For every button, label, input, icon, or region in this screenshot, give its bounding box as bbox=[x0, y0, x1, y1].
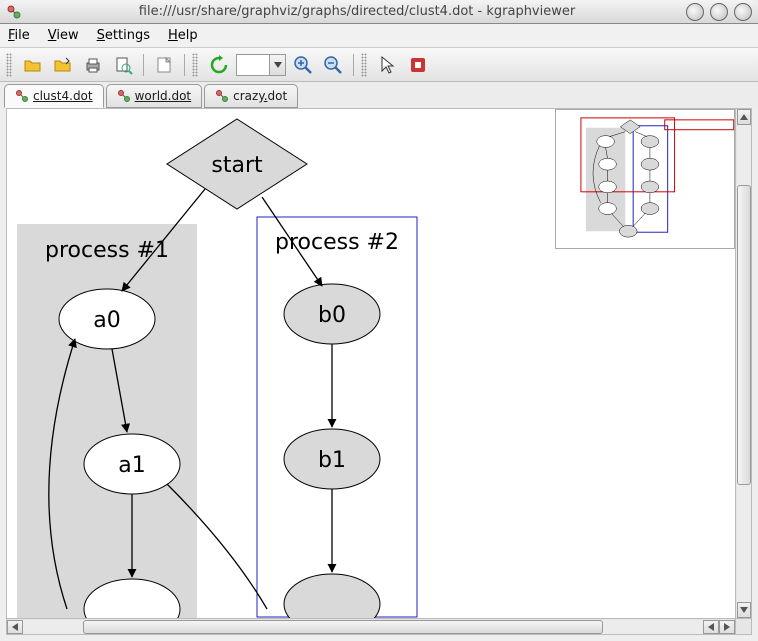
cluster-1-label: process #1 bbox=[45, 238, 169, 263]
menu-view[interactable]: View bbox=[48, 28, 79, 43]
toolbar-handle[interactable] bbox=[192, 53, 198, 77]
node-a0-label: a0 bbox=[93, 308, 120, 333]
open-recent-button[interactable] bbox=[50, 52, 76, 78]
horizontal-scrollbar[interactable] bbox=[7, 618, 735, 634]
menu-help[interactable]: Help bbox=[168, 28, 198, 43]
scroll-left-button-2[interactable] bbox=[703, 620, 719, 634]
chevron-down-icon[interactable] bbox=[269, 55, 285, 75]
zoom-out-button[interactable] bbox=[320, 52, 346, 78]
maximize-button[interactable] bbox=[710, 3, 728, 21]
window-controls bbox=[686, 3, 752, 21]
scroll-down-button[interactable] bbox=[737, 602, 751, 618]
graph-file-icon bbox=[215, 89, 229, 103]
scrollbar-track[interactable] bbox=[23, 620, 703, 634]
tab-label: clust4.dot bbox=[33, 89, 93, 103]
zoom-in-button[interactable] bbox=[290, 52, 316, 78]
scrollbar-track[interactable] bbox=[737, 125, 751, 602]
page-setup-button[interactable] bbox=[151, 52, 177, 78]
toolbar-separator bbox=[353, 54, 354, 76]
birds-eye-view[interactable] bbox=[555, 109, 735, 249]
toolbar-handle[interactable] bbox=[361, 53, 367, 77]
node-b0-label: b0 bbox=[318, 303, 346, 328]
scroll-up-button[interactable] bbox=[737, 109, 751, 125]
scrollbar-thumb[interactable] bbox=[737, 185, 751, 485]
close-button[interactable] bbox=[734, 3, 752, 21]
scroll-right-button[interactable] bbox=[719, 620, 735, 634]
scrollbar-corner bbox=[735, 618, 751, 634]
tab-clust4[interactable]: clust4.dot bbox=[4, 84, 104, 108]
open-button[interactable] bbox=[20, 52, 46, 78]
print-button[interactable] bbox=[80, 52, 106, 78]
menubar: File View Settings Help bbox=[0, 24, 758, 48]
app-icon bbox=[6, 4, 22, 20]
node-b2-partial[interactable] bbox=[284, 574, 380, 618]
zoom-combo[interactable] bbox=[236, 54, 286, 76]
graph-canvas[interactable]: start process #1 process #2 a0 a1 b0 b1 bbox=[7, 109, 735, 618]
node-a1-label: a1 bbox=[118, 453, 145, 478]
menu-settings[interactable]: Settings bbox=[97, 28, 150, 43]
graph-file-icon bbox=[15, 89, 29, 103]
graph-canvas-wrap: start process #1 process #2 a0 a1 b0 b1 bbox=[6, 108, 752, 635]
node-b1-label: b1 bbox=[318, 448, 346, 473]
tab-world[interactable]: world.dot bbox=[106, 84, 203, 108]
toolbar-separator bbox=[143, 54, 144, 76]
cluster-2-label: process #2 bbox=[275, 230, 399, 255]
reload-button[interactable] bbox=[206, 52, 232, 78]
print-preview-button[interactable] bbox=[110, 52, 136, 78]
tabbar: clust4.dot world.dot crazy.dot bbox=[0, 82, 758, 108]
menu-file[interactable]: File bbox=[8, 28, 30, 43]
minimize-button[interactable] bbox=[686, 3, 704, 21]
toolbar-separator bbox=[184, 54, 185, 76]
tab-label: world.dot bbox=[135, 89, 192, 103]
titlebar: file:///usr/share/graphviz/graphs/direct… bbox=[0, 0, 758, 24]
scrollbar-thumb[interactable] bbox=[83, 620, 603, 634]
vertical-scrollbar[interactable] bbox=[735, 109, 751, 618]
cluster-2-border bbox=[257, 217, 417, 617]
pointer-button[interactable] bbox=[375, 52, 401, 78]
tab-label: crazy.dot bbox=[233, 89, 287, 103]
tab-crazy[interactable]: crazy.dot bbox=[204, 84, 298, 108]
graph-file-icon bbox=[117, 89, 131, 103]
toolbar-handle[interactable] bbox=[6, 53, 12, 77]
toolbar bbox=[0, 48, 758, 82]
window-title: file:///usr/share/graphviz/graphs/direct… bbox=[28, 4, 686, 19]
node-start-label: start bbox=[211, 153, 263, 178]
stop-button[interactable] bbox=[405, 52, 431, 78]
cluster-1-bg bbox=[17, 224, 197, 618]
scroll-left-button[interactable] bbox=[7, 620, 23, 634]
